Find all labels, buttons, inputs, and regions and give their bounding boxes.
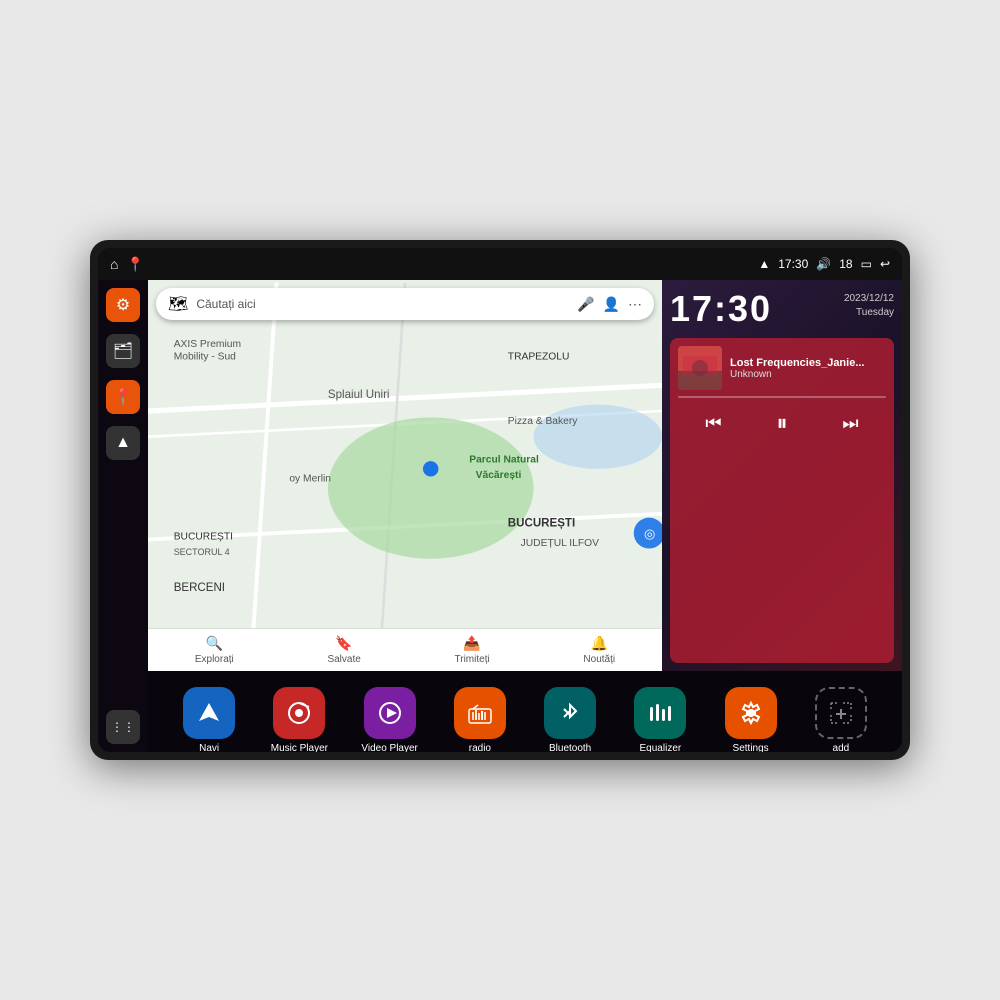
sidebar-item-settings[interactable]: ⚙ xyxy=(106,288,140,322)
status-left: ⌂ 📍 xyxy=(110,256,144,273)
back-icon[interactable]: ↩ xyxy=(880,257,890,271)
svg-text:BUCUREȘTI: BUCUREȘTI xyxy=(174,532,233,543)
music-player-label: Music Player xyxy=(271,743,328,752)
svg-text:Văcărești: Văcărești xyxy=(476,470,522,481)
prev-button[interactable]: ⏮ xyxy=(701,409,725,438)
radio-icon xyxy=(454,687,506,739)
sidebar-item-files[interactable]: 🗂 xyxy=(106,334,140,368)
map-view: Splaiul Uniri TRAPEZOLU Parcul Natural V… xyxy=(148,280,662,671)
map-tab-explore[interactable]: 🔍 Explorați xyxy=(195,635,234,665)
svg-text:Splaiul Uniri: Splaiul Uniri xyxy=(328,389,390,401)
svg-text:BERCENI: BERCENI xyxy=(174,582,225,594)
app-item-bluetooth[interactable]: Bluetooth xyxy=(538,687,602,752)
app-item-music-player[interactable]: Music Player xyxy=(267,687,331,752)
add-label: add xyxy=(833,743,850,752)
account-icon[interactable]: 👤 xyxy=(603,296,620,313)
music-details: Lost Frequencies_Janie... Unknown xyxy=(730,357,886,380)
status-bar: ⌂ 📍 ▲ 17:30 🔊 18 ▭ ↩ xyxy=(98,248,902,280)
volume-icon: 🔊 xyxy=(816,257,831,271)
status-time: 17:30 xyxy=(778,257,808,271)
svg-text:JUDEȚUL ILFOV: JUDEȚUL ILFOV xyxy=(521,538,599,549)
svg-text:AXIS Premium: AXIS Premium xyxy=(174,339,241,350)
map-tab-saved[interactable]: 🔖 Salvate xyxy=(327,635,360,665)
clock-section: 17:30 2023/12/12 Tuesday xyxy=(670,288,894,330)
main-area: ⚙ 🗂 📍 ▲ ⋮⋮ xyxy=(98,280,902,752)
content-panels: 🗺 Căutați aici 🎤 👤 ⋯ xyxy=(148,280,902,752)
svg-text:TRAPEZOLU: TRAPEZOLU xyxy=(508,352,570,363)
saved-icon: 🔖 xyxy=(335,635,352,652)
album-art xyxy=(678,346,722,390)
map-search-placeholder[interactable]: Căutați aici xyxy=(196,297,569,311)
app-item-equalizer[interactable]: Equalizer xyxy=(628,687,692,752)
video-player-label: Video Player xyxy=(361,743,418,752)
battery-num: 18 xyxy=(839,257,852,271)
video-player-icon xyxy=(364,687,416,739)
navi-label: Navi xyxy=(199,743,219,752)
navi-icon xyxy=(183,687,235,739)
next-button[interactable]: ⏭ xyxy=(838,409,862,438)
wifi-icon: ▲ xyxy=(758,257,770,271)
google-maps-logo-icon: 🗺 xyxy=(168,294,188,314)
maps-status-icon[interactable]: 📍 xyxy=(126,256,143,273)
music-section: Lost Frequencies_Janie... Unknown ⏮ ⏸ ⏭ xyxy=(670,338,894,663)
svg-text:SECTORUL 4: SECTORUL 4 xyxy=(174,547,230,557)
svg-text:Pizza & Bakery: Pizza & Bakery xyxy=(508,416,578,427)
map-bottom-bar: 🔍 Explorați 🔖 Salvate 📤 Trimiteți xyxy=(148,628,662,671)
clock-time: 17:30 xyxy=(670,288,772,330)
sidebar-item-grid[interactable]: ⋮⋮ xyxy=(106,710,140,744)
files-icon: 🗂 xyxy=(113,341,133,361)
svg-text:BUCUREȘTI: BUCUREȘTI xyxy=(508,518,575,530)
bluetooth-label: Bluetooth xyxy=(549,743,591,752)
svg-text:◎: ◎ xyxy=(644,526,655,541)
bluetooth-icon xyxy=(544,687,596,739)
clock-date: 2023/12/12 Tuesday xyxy=(844,292,894,320)
app-item-add[interactable]: add xyxy=(809,687,873,752)
equalizer-icon xyxy=(634,687,686,739)
music-title: Lost Frequencies_Janie... xyxy=(730,357,886,369)
music-player-icon xyxy=(273,687,325,739)
sidebar-item-maps[interactable]: 📍 xyxy=(106,380,140,414)
equalizer-label: Equalizer xyxy=(640,743,682,752)
app-item-radio[interactable]: radio xyxy=(448,687,512,752)
explore-icon: 🔍 xyxy=(206,635,223,652)
status-right: ▲ 17:30 🔊 18 ▭ ↩ xyxy=(758,257,890,271)
music-controls: ⏮ ⏸ ⏭ xyxy=(678,406,886,440)
screen: ⌂ 📍 ▲ 17:30 🔊 18 ▭ ↩ xyxy=(98,248,902,752)
battery-icon: ▭ xyxy=(861,257,872,271)
map-tab-share[interactable]: 📤 Trimiteți xyxy=(455,635,490,665)
map-search-bar[interactable]: 🗺 Căutați aici 🎤 👤 ⋯ xyxy=(156,288,654,320)
add-icon xyxy=(815,687,867,739)
app-item-video-player[interactable]: Video Player xyxy=(358,687,422,752)
app-grid: Navi Music Player xyxy=(148,671,902,753)
map-pin-icon: 📍 xyxy=(113,387,133,407)
home-icon[interactable]: ⌂ xyxy=(110,256,118,272)
svg-text:Mobility - Sud: Mobility - Sud xyxy=(174,352,236,363)
pause-button[interactable]: ⏸ xyxy=(772,406,791,440)
settings-app-icon xyxy=(725,687,777,739)
map-tab-news[interactable]: 🔔 Noutăți xyxy=(583,635,615,665)
info-panel: 17:30 2023/12/12 Tuesday xyxy=(662,280,902,671)
app-item-navi[interactable]: Navi xyxy=(177,687,241,752)
music-info: Lost Frequencies_Janie... Unknown xyxy=(678,346,886,390)
more-options-icon[interactable]: ⋯ xyxy=(628,296,642,313)
music-artist: Unknown xyxy=(730,369,886,380)
sidebar-item-nav[interactable]: ▲ xyxy=(106,426,140,460)
grid-icon: ⋮⋮ xyxy=(111,720,135,734)
mic-icon[interactable]: 🎤 xyxy=(577,296,594,313)
app-item-settings[interactable]: Settings xyxy=(719,687,783,752)
radio-label: radio xyxy=(469,743,491,752)
music-progress-bar[interactable] xyxy=(678,396,886,398)
svg-text:Parcul Natural: Parcul Natural xyxy=(469,454,539,465)
nav-icon: ▲ xyxy=(115,434,131,452)
settings-icon: ⚙ xyxy=(116,295,130,315)
settings-label: Settings xyxy=(733,743,769,752)
device: ⌂ 📍 ▲ 17:30 🔊 18 ▭ ↩ xyxy=(90,240,910,760)
svg-text:oy Merlin: oy Merlin xyxy=(289,474,331,485)
news-icon: 🔔 xyxy=(591,635,608,652)
top-panels: 🗺 Căutați aici 🎤 👤 ⋯ xyxy=(148,280,902,671)
sidebar: ⚙ 🗂 📍 ▲ ⋮⋮ xyxy=(98,280,148,752)
map-panel[interactable]: 🗺 Căutați aici 🎤 👤 ⋯ xyxy=(148,280,662,671)
share-icon: 📤 xyxy=(463,635,480,652)
